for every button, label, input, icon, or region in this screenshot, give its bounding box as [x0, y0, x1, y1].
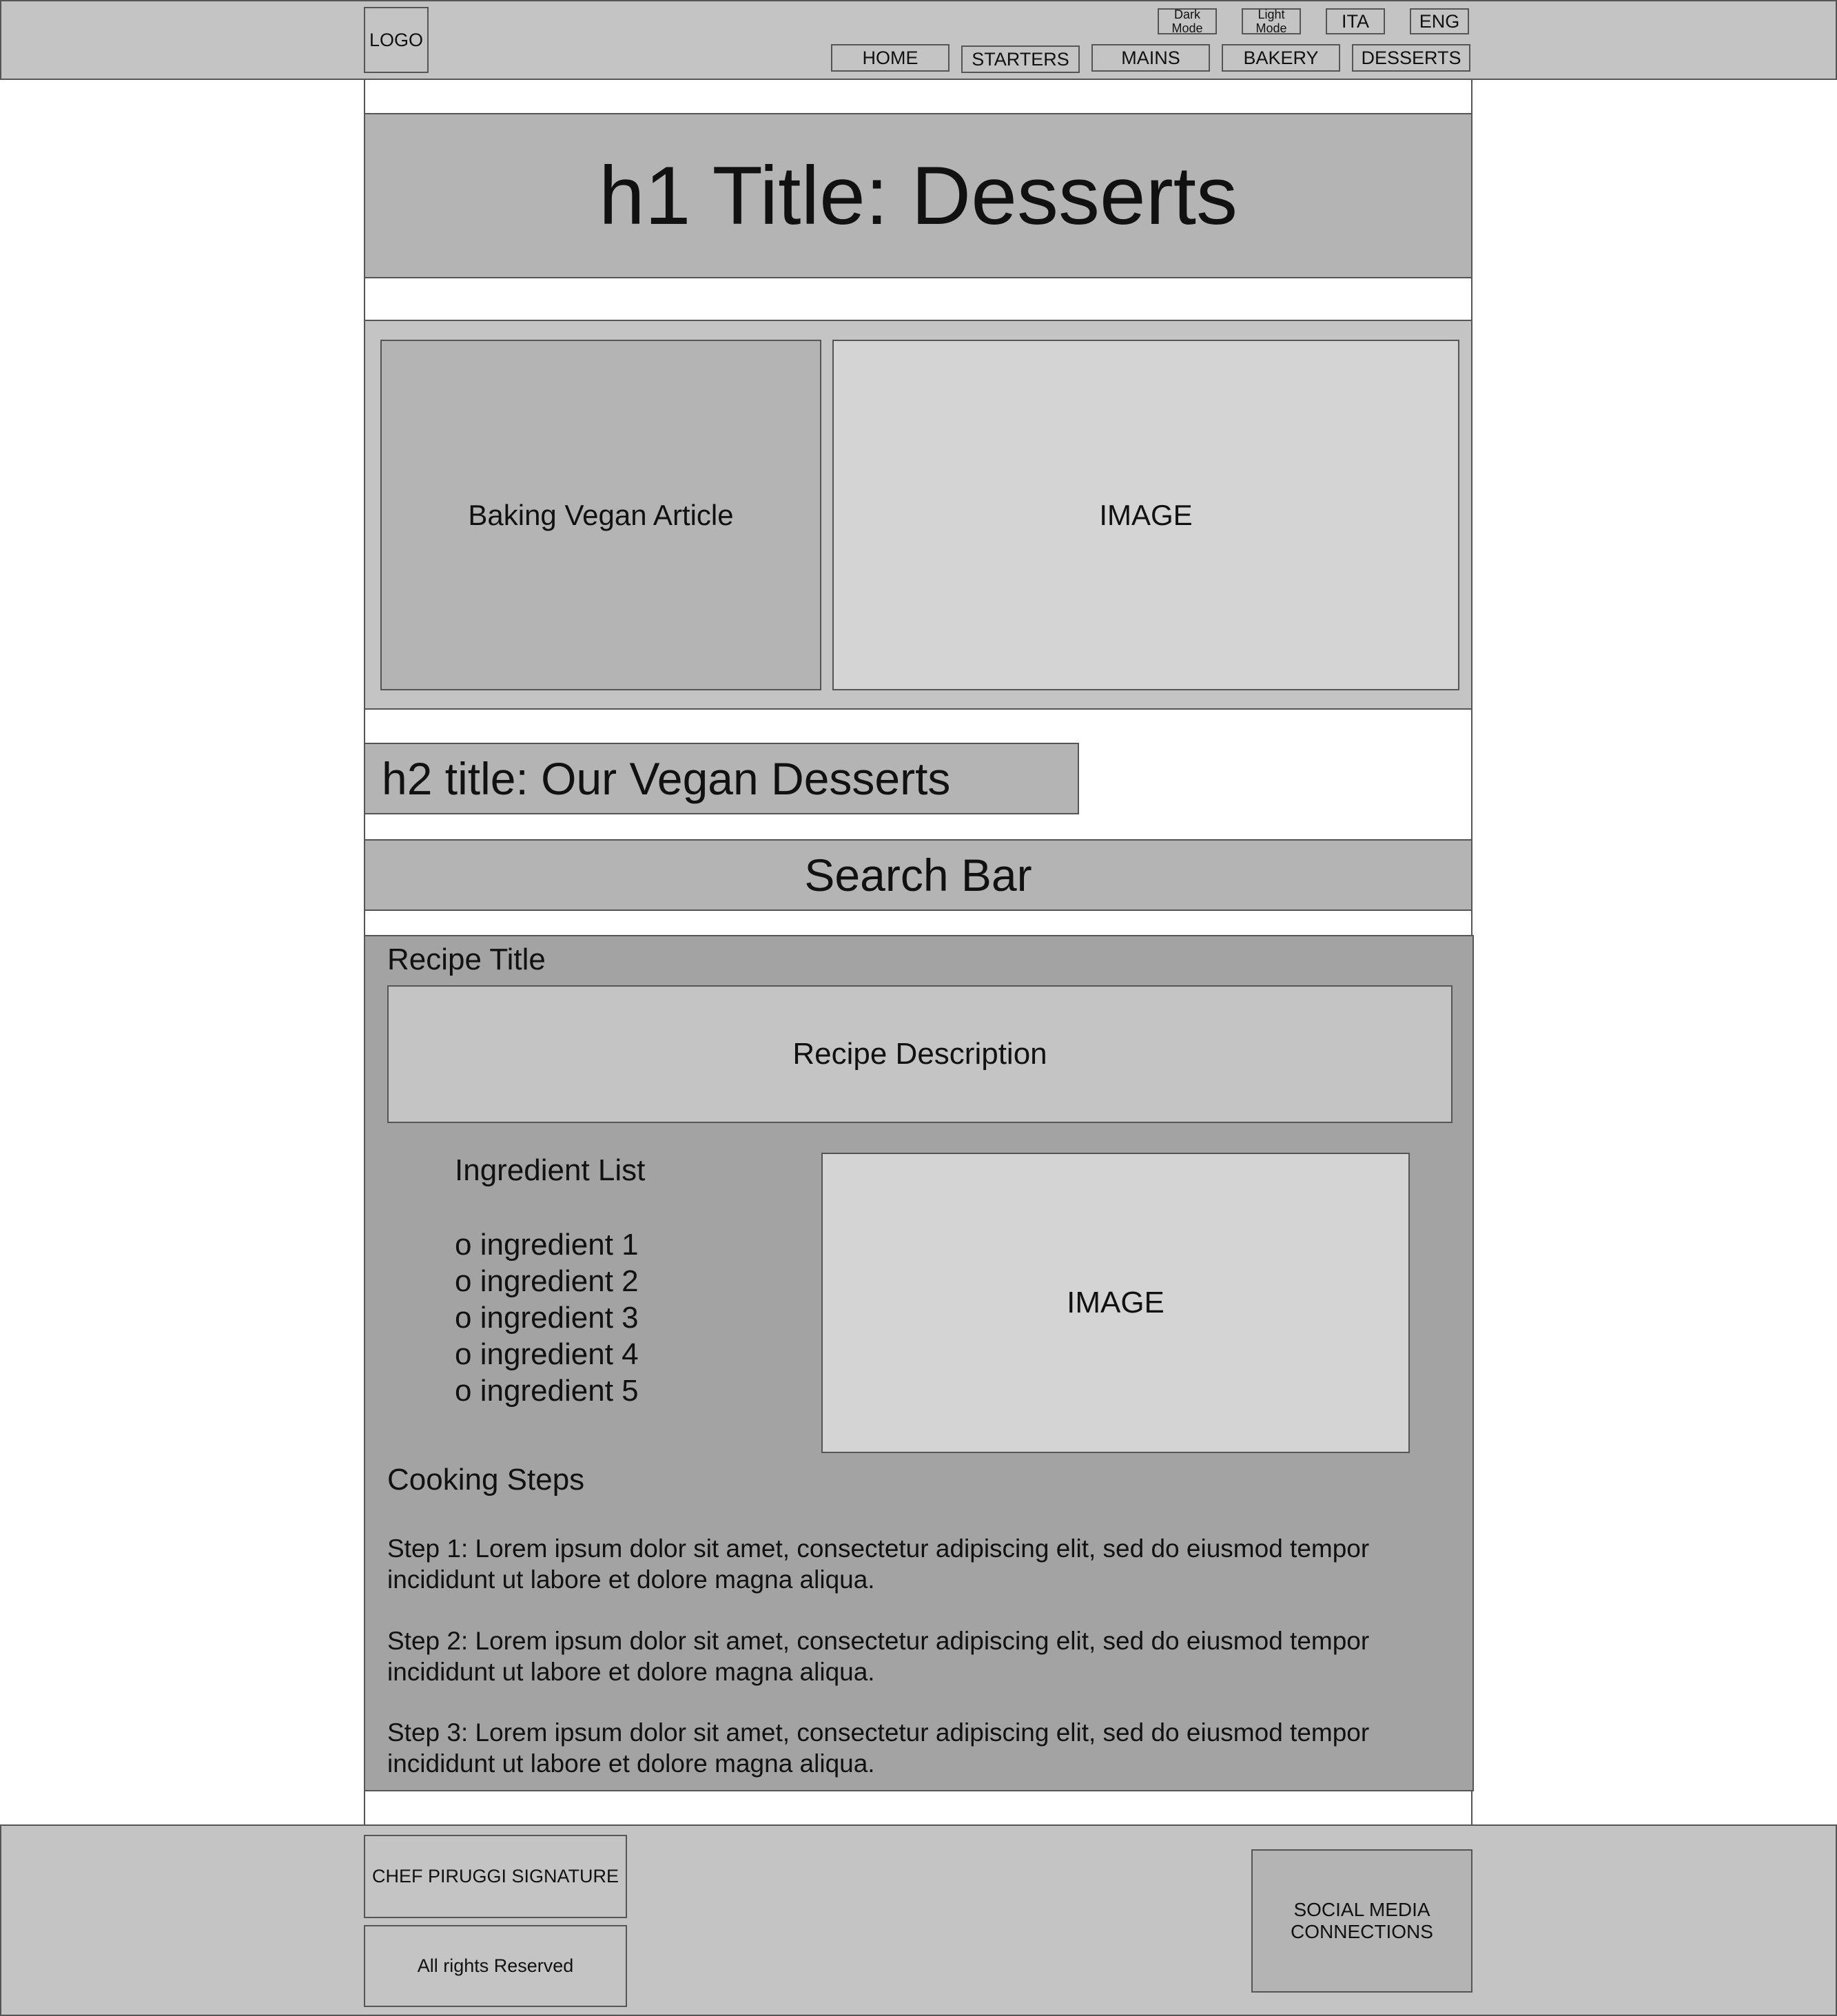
ingredient-item: o ingredient 2 [455, 1264, 639, 1298]
nav-home[interactable]: HOME [831, 44, 950, 72]
light-mode-button[interactable]: Light Mode [1242, 8, 1301, 35]
copyright-notice: All rights Reserved [364, 1925, 627, 2007]
recipe-description: Recipe Description [387, 985, 1453, 1123]
baking-vegan-article[interactable]: Baking Vegan Article [380, 340, 821, 690]
nav-bakery[interactable]: BAKERY [1222, 44, 1340, 72]
chef-signature: CHEF PIRUGGI SIGNATURE [364, 1835, 627, 1918]
cooking-steps-title: Cooking Steps [387, 1463, 585, 1496]
cooking-step: Step 1: Lorem ipsum dolor sit amet, cons… [387, 1534, 1370, 1594]
dark-mode-label-line2: Mode [1171, 21, 1203, 35]
dark-mode-label-line1: Dark [1173, 8, 1200, 21]
ingredient-item: o ingredient 3 [455, 1301, 639, 1335]
dark-mode-button[interactable]: Dark Mode [1158, 8, 1217, 35]
ingredient-list: o ingredient 1 o ingredient 2 o ingredie… [455, 1226, 639, 1409]
lang-ita-button[interactable]: ITA [1326, 8, 1385, 34]
nav-desserts[interactable]: DESSERTS [1352, 44, 1470, 72]
section-title: h2 title: Our Vegan Desserts [364, 743, 1079, 814]
cooking-step: Step 3: Lorem ipsum dolor sit amet, cons… [387, 1718, 1370, 1778]
cooking-step: Step 2: Lorem ipsum dolor sit amet, cons… [387, 1627, 1370, 1686]
recipe-image-placeholder: IMAGE [821, 1153, 1410, 1453]
site-footer [0, 1824, 1837, 2016]
recipe-title: Recipe Title [387, 943, 546, 976]
nav-mains[interactable]: MAINS [1091, 44, 1210, 72]
ingredient-item: o ingredient 1 [455, 1228, 639, 1262]
ingredient-item: o ingredient 4 [455, 1337, 639, 1371]
ingredient-list-title: Ingredient List [455, 1153, 646, 1187]
light-mode-label-line2: Mode [1255, 21, 1287, 35]
logo[interactable]: LOGO [364, 7, 429, 73]
light-mode-label-line1: Light [1258, 8, 1285, 21]
feature-image-placeholder: IMAGE [832, 340, 1459, 690]
page-title: h1 Title: Desserts [364, 113, 1472, 278]
lang-eng-button[interactable]: ENG [1410, 8, 1469, 34]
ingredient-item: o ingredient 5 [455, 1374, 639, 1408]
social-media-connections[interactable]: SOCIAL MEDIA CONNECTIONS [1251, 1849, 1472, 1993]
nav-starters[interactable]: STARTERS [961, 45, 1080, 73]
search-bar[interactable]: Search Bar [364, 839, 1472, 911]
